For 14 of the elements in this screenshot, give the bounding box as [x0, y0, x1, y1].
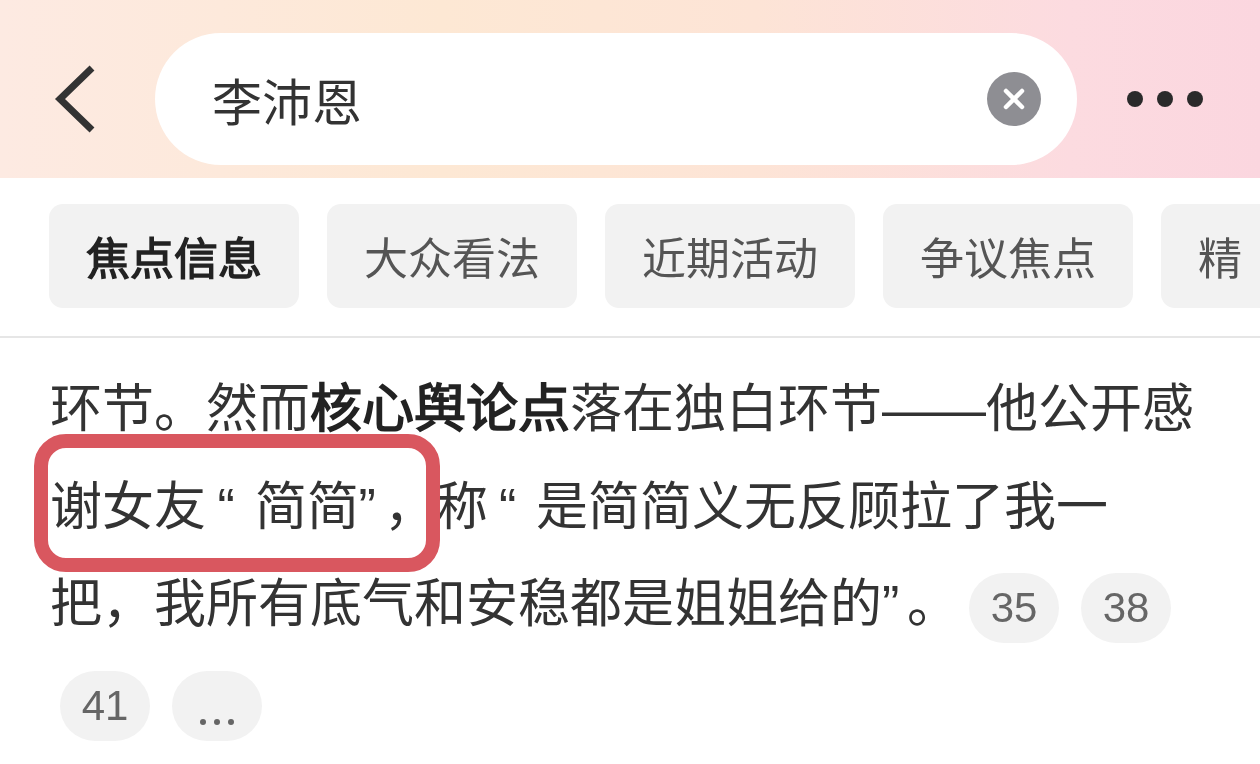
tab[interactable]: 焦点信息 [49, 204, 299, 308]
article-paragraph: 环节。然而核心舆论点落在独白环节——他公开感谢女友“简简”，称“是简简义无反顾拉了我一把，我所有底气和安稳都是姐姐给的”。 35 38 41 [50, 361, 1210, 751]
citation-badge[interactable]: 38 [1081, 573, 1172, 644]
tab[interactable]: 争议焦点 [883, 204, 1133, 308]
clear-icon[interactable] [987, 72, 1041, 126]
more-icon [200, 718, 234, 725]
chevron-left-icon[interactable] [53, 64, 97, 134]
tab[interactable]: 大众看法 [327, 204, 577, 308]
citation-badge[interactable]: 35 [969, 573, 1060, 644]
more-icon[interactable] [1127, 91, 1203, 107]
tab[interactable]: 精 [1161, 204, 1260, 308]
citation-badge[interactable]: 41 [60, 670, 150, 741]
search-field[interactable]: 李沛恩 [155, 33, 1077, 165]
tab[interactable]: 近期活动 [605, 204, 855, 308]
